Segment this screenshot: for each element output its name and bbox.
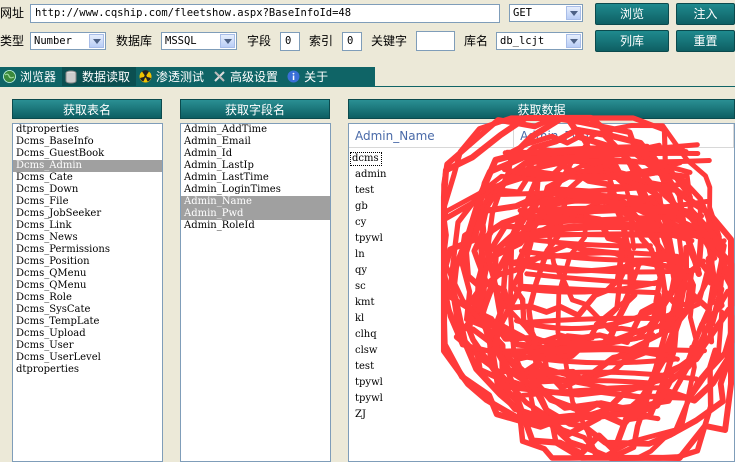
method-select[interactable]: GET (509, 4, 583, 22)
table-name-item[interactable]: Dcms_JobSeeker (13, 208, 162, 220)
field-name-item[interactable]: Admin_Name (181, 196, 330, 208)
tab-about-label: 关于 (304, 70, 329, 84)
libname-value: db_lcjt (500, 35, 545, 47)
database-select[interactable]: MSSQL (161, 32, 237, 50)
table-name-item[interactable]: Dcms_User (13, 340, 162, 352)
table-name-item[interactable]: Dcms_Cate (13, 172, 162, 184)
tab-advanced-label: 高级设置 (230, 70, 279, 84)
tab-pentest[interactable]: 渗透测试 (136, 67, 210, 86)
list-db-button[interactable]: 列库 (595, 30, 669, 52)
type-select[interactable]: Number (30, 32, 106, 50)
field-name-item[interactable]: Admin_Email (181, 136, 330, 148)
table-name-item[interactable]: Dcms_TempLate (13, 316, 162, 328)
method-value: GET (513, 7, 532, 19)
scribble-stroke (510, 231, 701, 239)
table-name-item[interactable]: Dcms_QMenu (13, 268, 162, 280)
tab-data-read[interactable]: 数据读取 (62, 67, 137, 86)
field-name-item[interactable]: Admin_LastIp (181, 160, 330, 172)
type-label: 类型 (0, 34, 25, 48)
table-name-item[interactable]: dtproperties (13, 364, 162, 376)
table-name-item[interactable]: Dcms_GuestBook (13, 148, 162, 160)
reset-button[interactable]: 重置 (676, 30, 735, 52)
field-name-item[interactable]: Admin_RoleId (181, 220, 330, 232)
table-name-item[interactable]: Dcms_Permissions (13, 244, 162, 256)
libname-select[interactable]: db_lcjt (496, 32, 583, 50)
table-name-item[interactable]: Dcms_News (13, 232, 162, 244)
table-name-item[interactable]: Dcms_Admin (13, 160, 162, 172)
browse-button[interactable]: 浏览 (595, 3, 669, 25)
table-name-item[interactable]: Dcms_SysCate (13, 304, 162, 316)
radiation-icon (138, 70, 152, 84)
fields-list[interactable]: Admin_AddTime Admin_Email Admin_Id Admin_La… (180, 123, 331, 462)
field-name-item[interactable]: Admin_LastTime (181, 172, 330, 184)
info-icon (286, 70, 300, 84)
field-input[interactable]: 0 (280, 32, 300, 51)
database-label: 数据库 (116, 34, 153, 48)
fields-panel-title: 获取字段名 (180, 99, 330, 119)
redaction-scribble (440, 114, 735, 461)
libname-label: 库名 (464, 34, 489, 48)
field-name-item[interactable]: Admin_Id (181, 148, 330, 160)
database-value: MSSQL (165, 35, 197, 47)
table-name-item[interactable]: Dcms_Upload (13, 328, 162, 340)
tab-data-read-label: 数据读取 (82, 70, 131, 84)
url-input[interactable]: http://www.cqship.com/fleetshow.aspx?Bas… (30, 4, 500, 23)
field-name-item[interactable]: Admin_LoginTimes (181, 184, 330, 196)
table-name-item[interactable]: Dcms_UserLevel (13, 352, 162, 364)
table-name-item[interactable]: Dcms_Role (13, 292, 162, 304)
keyword-label: 关键字 (371, 34, 408, 48)
tables-list[interactable]: dtproperties Dcms_BaseInfo Dcms_GuestBook D… (12, 123, 163, 462)
table-name-item[interactable]: Dcms_Position (13, 256, 162, 268)
tab-pentest-label: 渗透测试 (156, 70, 205, 84)
field-name-item[interactable]: Admin_Pwd (181, 208, 330, 220)
table-name-item[interactable]: Dcms_QMenu (13, 280, 162, 292)
table-name-item[interactable]: Dcms_Link (13, 220, 162, 232)
table-name-item[interactable]: dtproperties (13, 124, 162, 136)
tab-browser[interactable]: 浏览器 (0, 67, 62, 86)
inject-button[interactable]: 注入 (676, 3, 735, 25)
chevron-down-icon[interactable] (566, 6, 581, 20)
table-name-item[interactable]: Dcms_BaseInfo (13, 136, 162, 148)
chevron-down-icon[interactable] (566, 34, 581, 48)
field-name-item[interactable]: Admin_AddTime (181, 124, 330, 136)
tools-icon (212, 70, 226, 84)
table-name-item[interactable]: Dcms_File (13, 196, 162, 208)
globe-icon (2, 70, 16, 84)
scribble-stroke (528, 378, 654, 386)
tab-advanced[interactable]: 高级设置 (210, 67, 284, 86)
url-label: 网址 (0, 6, 25, 20)
type-value: Number (34, 35, 72, 47)
chevron-down-icon[interactable] (89, 34, 104, 48)
tab-underline (0, 86, 735, 87)
keyword-input[interactable] (416, 31, 455, 51)
index-input[interactable]: 0 (342, 32, 362, 51)
admin-name-cell[interactable]: dcms (349, 151, 383, 167)
tab-about[interactable]: 关于 (284, 67, 334, 86)
index-label: 索引 (309, 34, 334, 48)
database-icon (64, 70, 78, 84)
tables-panel-title: 获取表名 (12, 99, 162, 119)
field-label: 字段 (247, 34, 272, 48)
table-name-item[interactable]: Dcms_Down (13, 184, 162, 196)
tab-bar: 浏览器 数据读取 渗透测试 高级设置 关于 (0, 67, 375, 86)
chevron-down-icon[interactable] (220, 34, 235, 48)
tab-browser-label: 浏览器 (20, 70, 57, 84)
